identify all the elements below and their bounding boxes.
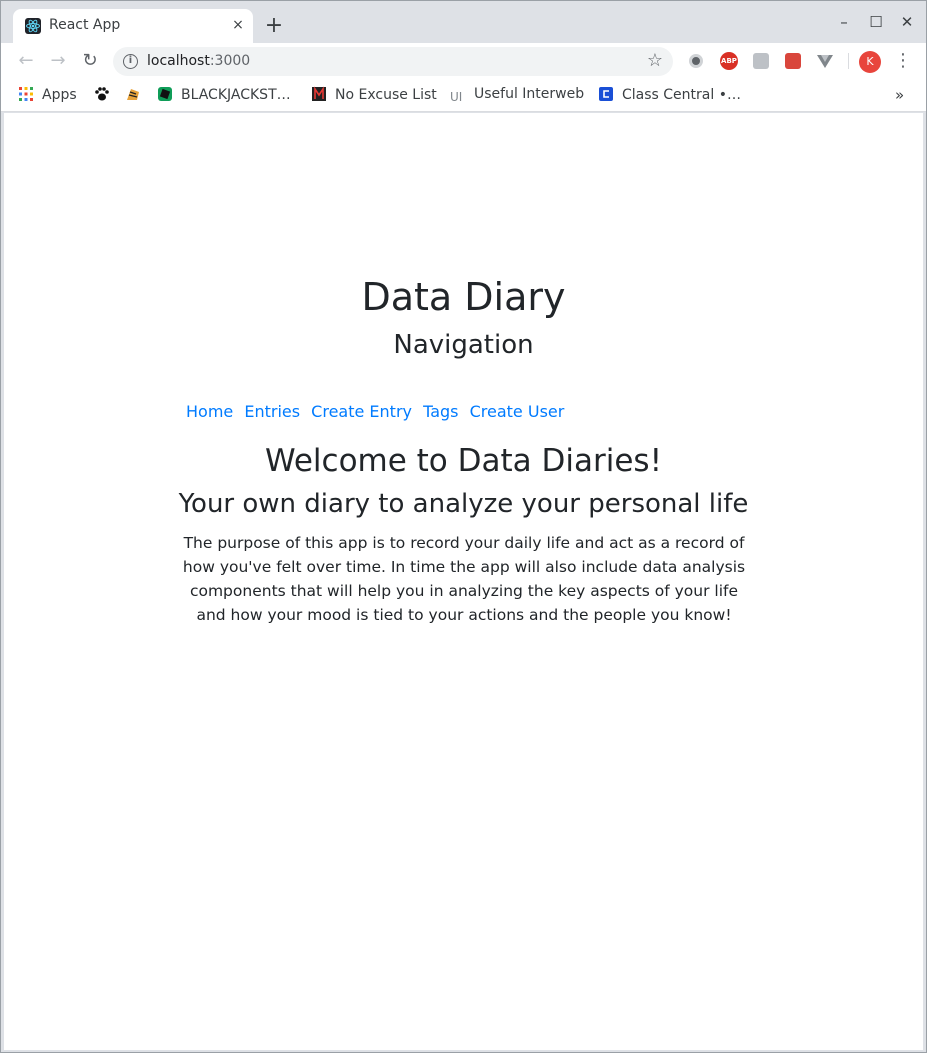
browser-toolbar: ← → ↻ i localhost:3000 ☆ ABP K ⋮ (1, 43, 926, 79)
bookmark-label: BLACKJACKST… (181, 87, 291, 103)
maximize-icon[interactable]: ☐ (866, 12, 886, 32)
ui-icon: UI (450, 90, 463, 104)
paw-icon (94, 86, 110, 102)
bookmarks-bar: Apps BLACKJACKST… No Excuse List UI Usef… (1, 79, 926, 112)
bookmark-apps[interactable]: Apps (18, 86, 77, 104)
description-paragraph: The purpose of this app is to record you… (182, 534, 746, 624)
extension-red-icon[interactable] (785, 53, 801, 69)
bookmark-useful-interweb[interactable]: UI Useful Interweb (450, 86, 584, 104)
bookmark-label: Class Central •… (622, 87, 741, 103)
welcome-heading: Welcome to Data Diaries! (265, 443, 662, 479)
tagline-heading: Your own diary to analyze your personal … (178, 489, 749, 519)
close-window-icon[interactable]: ✕ (897, 12, 917, 32)
nav-link-tags[interactable]: Tags (423, 402, 458, 421)
browser-window: React App × + – ☐ ✕ ← → ↻ i localhost:30… (0, 0, 927, 1053)
minimize-icon[interactable]: – (834, 12, 854, 32)
tab-strip: React App × + – ☐ ✕ (1, 1, 926, 43)
apps-grid-icon (18, 86, 34, 102)
class-central-icon (598, 86, 614, 102)
extension-gray-icon[interactable] (753, 53, 769, 69)
nav-links: Home Entries Create Entry Tags Create Us… (186, 402, 570, 421)
back-icon[interactable]: ← (14, 49, 38, 73)
url-port: :3000 (209, 53, 251, 69)
vue-devtools-icon[interactable] (817, 53, 833, 69)
nav-link-create-entry[interactable]: Create Entry (311, 402, 412, 421)
reload-icon[interactable]: ↻ (78, 49, 102, 73)
bookmark-class-central[interactable]: Class Central •… (598, 86, 741, 104)
nav-link-create-user[interactable]: Create User (470, 402, 565, 421)
bookmark-paw[interactable] (94, 86, 118, 104)
profile-avatar[interactable]: K (859, 51, 881, 73)
bookmark-label: Useful Interweb (474, 86, 585, 102)
no-excuse-icon (311, 86, 327, 102)
blackjack-icon (157, 86, 173, 102)
tab-title: React App (49, 17, 121, 33)
bookmark-star-icon[interactable]: ☆ (647, 50, 663, 71)
bookmarks-overflow-icon[interactable]: » (895, 86, 904, 104)
navigation-heading: Navigation (393, 330, 534, 360)
address-bar[interactable]: i localhost:3000 ☆ (113, 47, 673, 76)
bookmark-no-excuse[interactable]: No Excuse List (311, 86, 437, 104)
bookmark-blackjack[interactable]: BLACKJACKST… (157, 86, 291, 104)
forward-icon[interactable]: → (46, 49, 70, 73)
bookmark-label: Apps (42, 87, 77, 103)
info-icon[interactable]: i (123, 54, 138, 69)
tab-close-icon[interactable]: × (229, 16, 247, 34)
extension-circle-icon[interactable] (689, 54, 703, 68)
bookmark-label: No Excuse List (335, 87, 437, 103)
new-tab-icon[interactable]: + (263, 15, 285, 37)
kebab-menu-icon[interactable]: ⋮ (894, 50, 912, 72)
tiger-icon (125, 86, 141, 102)
url-text[interactable]: localhost:3000 (147, 53, 250, 69)
adblock-icon[interactable]: ABP (720, 52, 738, 70)
nav-link-entries[interactable]: Entries (244, 402, 300, 421)
url-host: localhost (147, 53, 210, 69)
react-icon (25, 18, 41, 34)
app-root: Data Diary Navigation Home Entries Creat… (4, 113, 923, 1050)
page-viewport: Data Diary Navigation Home Entries Creat… (4, 113, 923, 1050)
tab-react-app[interactable]: React App × (13, 9, 253, 43)
page-title: Data Diary (361, 275, 566, 319)
nav-link-home[interactable]: Home (186, 402, 233, 421)
bookmark-tiger[interactable] (125, 86, 149, 104)
toolbar-divider (848, 53, 849, 69)
